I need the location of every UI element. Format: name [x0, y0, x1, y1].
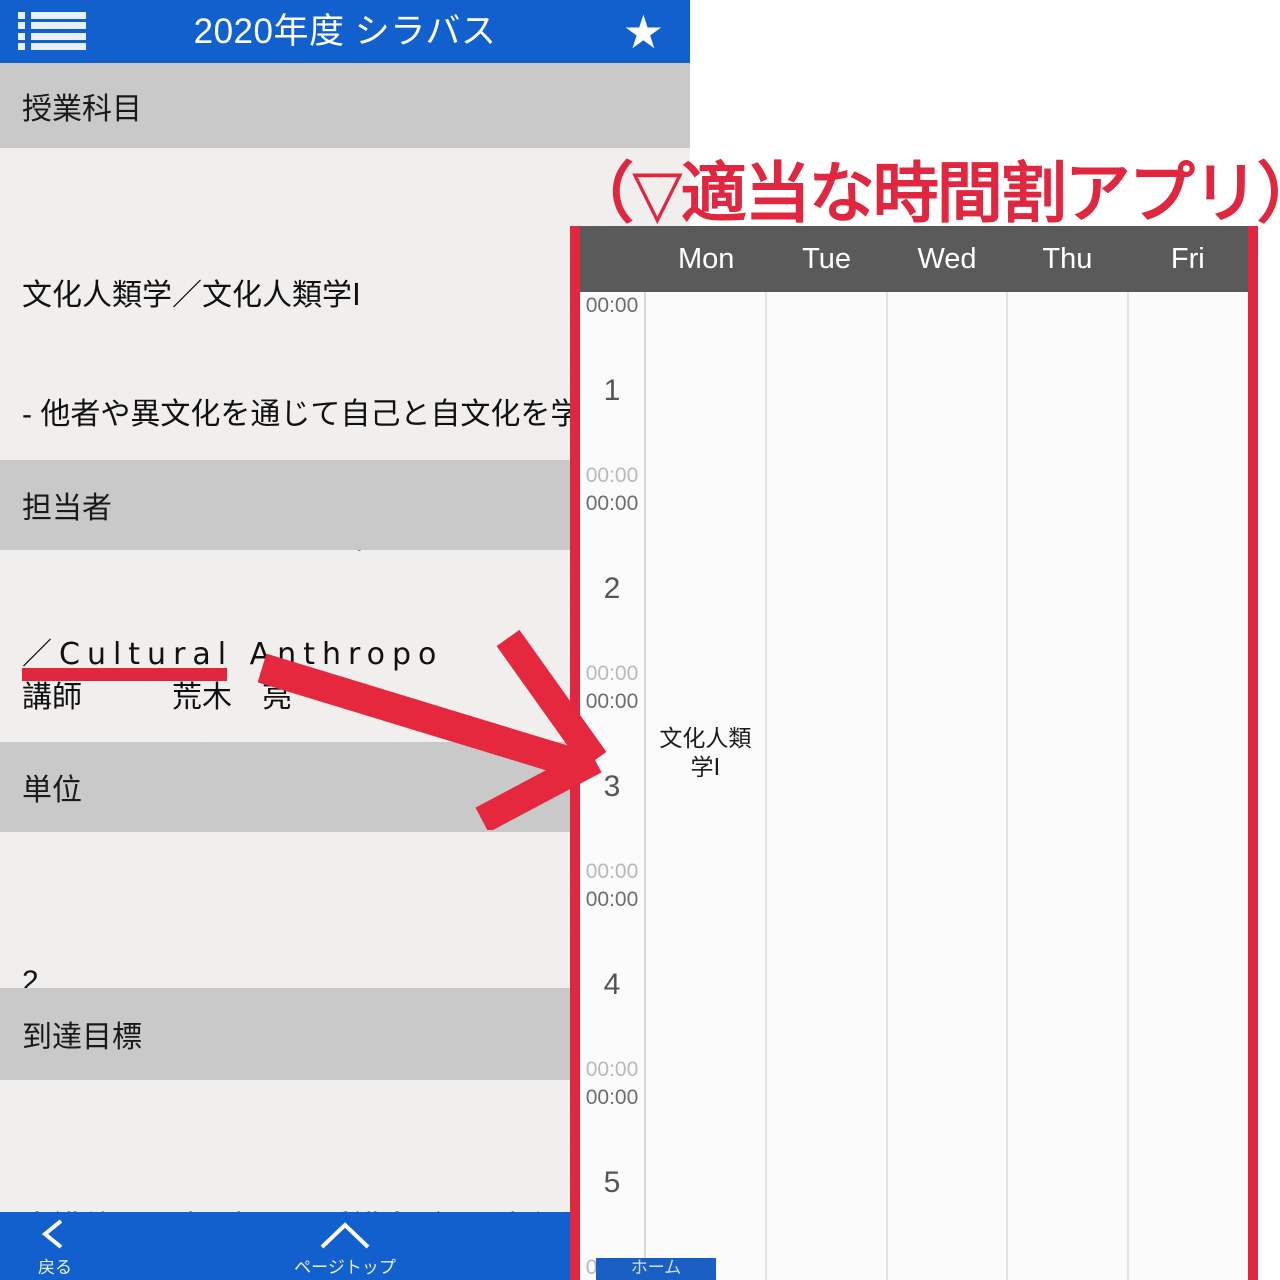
instructor-line: 講師 荒木 亮 [22, 680, 292, 714]
timetable-period-2: 00:00 2 00:00 [580, 490, 644, 688]
back-button[interactable]: 戻る [10, 1215, 100, 1278]
period-number: 4 [603, 968, 621, 1001]
period-number: 5 [603, 1166, 621, 1199]
period-end-time: 00:00 [585, 1058, 639, 1081]
chevron-up-icon [320, 1222, 370, 1249]
syllabus-top-bar: 2020年度 シラバス ★ [0, 0, 690, 63]
menu-row [18, 42, 86, 50]
timetable-column-mon[interactable]: 文化人類学Ⅰ [646, 292, 767, 1280]
subject-line: 文化人類学／文化人類学Ⅰ [22, 278, 361, 312]
menu-bar [31, 22, 86, 30]
period-start-time: 00:00 [585, 492, 639, 515]
period-start-time: 00:00 [585, 888, 639, 911]
star-icon[interactable]: ★ [623, 9, 664, 55]
timetable-app-panel: Mon Tue Wed Thu Fri 00:00 1 00:00 00:00 … [570, 226, 1258, 1280]
menu-row [18, 12, 86, 19]
period-start-time: 00:00 [585, 690, 639, 713]
list-menu-icon[interactable] [18, 9, 86, 53]
highlight-underline [22, 668, 227, 681]
timetable-column-thu[interactable] [1008, 292, 1130, 1280]
timetable-column-wed[interactable] [888, 292, 1009, 1280]
menu-bullet [18, 22, 25, 30]
home-tab-button[interactable]: ホーム [596, 1258, 716, 1280]
subject-line: - 他者や異文化を通じて自己と自文化を学 [22, 398, 581, 432]
page-title: 2020年度 シラバス [193, 12, 497, 51]
timetable-period-3: 00:00 3 00:00 [580, 688, 644, 886]
section-header-subject: 授業科目 [0, 63, 690, 148]
period-number: 1 [603, 374, 621, 407]
menu-row [18, 32, 86, 40]
menu-bullet [18, 42, 25, 50]
timetable-period-1: 00:00 1 00:00 [580, 292, 644, 490]
menu-bar [31, 12, 86, 19]
menu-bullet [18, 32, 25, 40]
timetable-time-column: 00:00 1 00:00 00:00 2 00:00 00:00 3 00:0… [580, 292, 646, 1280]
period-end-time: 00:00 [585, 662, 639, 685]
period-end-time: 00:00 [585, 464, 639, 487]
menu-row [18, 22, 86, 30]
menu-bar [31, 42, 86, 50]
chevron-left-icon [41, 1219, 63, 1249]
timetable-column-tue[interactable] [767, 292, 888, 1280]
menu-bullet [18, 12, 25, 19]
annotation-caption: （▽適当な時間割アプリ） [568, 155, 1280, 232]
timetable-column-fri[interactable] [1129, 292, 1248, 1280]
period-number: 3 [603, 770, 621, 803]
period-start-time: 00:00 [585, 294, 639, 317]
timetable-day-columns: 文化人類学Ⅰ [646, 292, 1248, 1280]
timetable-period-5: 00:00 5 00:00 [580, 1084, 644, 1280]
timetable-grid: 00:00 1 00:00 00:00 2 00:00 00:00 3 00:0… [580, 292, 1248, 1280]
menu-bar [31, 32, 86, 40]
timetable-period-4: 00:00 4 00:00 [580, 886, 644, 1084]
back-button-label: 戻る [38, 1258, 72, 1277]
period-start-time: 00:00 [585, 1086, 639, 1109]
page-top-button[interactable]: ページトップ [250, 1217, 440, 1278]
period-number: 2 [603, 572, 621, 605]
page-top-button-label: ページトップ [294, 1258, 396, 1277]
timetable-event[interactable]: 文化人類学Ⅰ [646, 724, 765, 782]
period-end-time: 00:00 [585, 860, 639, 883]
